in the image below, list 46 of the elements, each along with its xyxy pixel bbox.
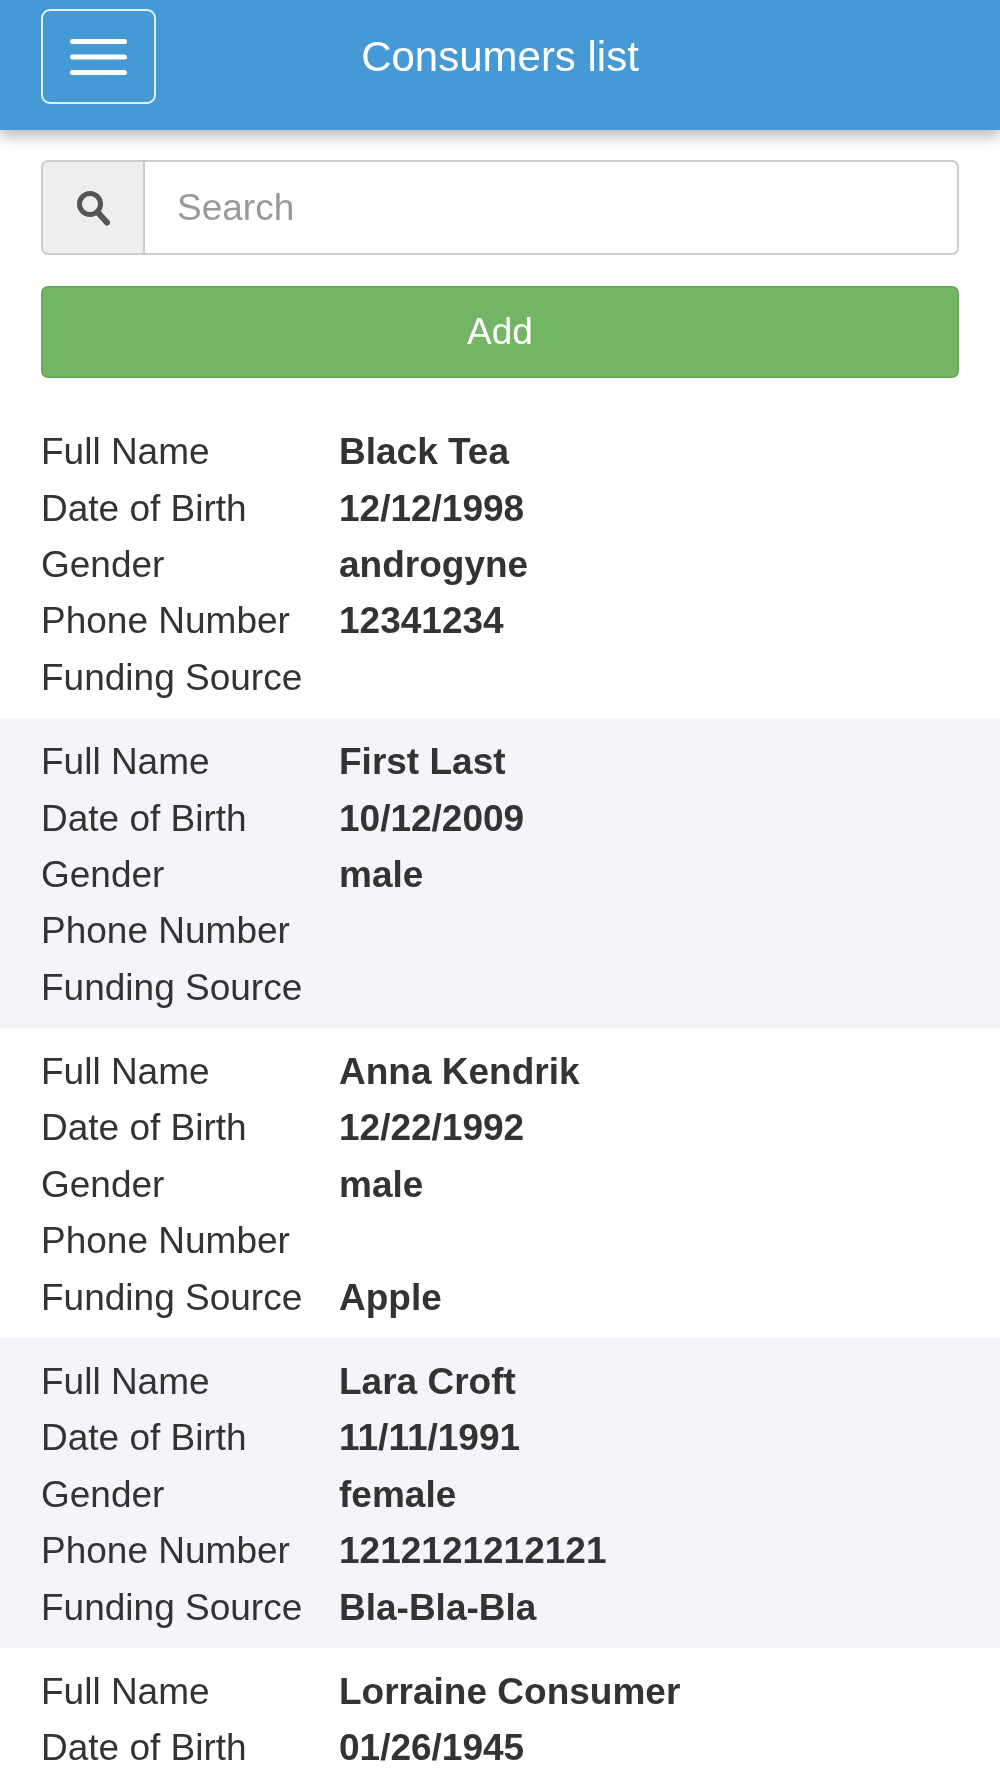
menu-button[interactable] [41, 9, 156, 104]
field-value: male [339, 1163, 424, 1206]
field-value: female [339, 1473, 457, 1516]
field-value: 12/12/1998 [339, 487, 525, 530]
field-value: First Last [339, 741, 506, 784]
field-label: Date of Birth [41, 1417, 247, 1460]
field-value: Black Tea [339, 431, 510, 474]
field-label: Gender [41, 1473, 165, 1516]
field-value: male [339, 853, 424, 896]
search-icon [76, 189, 110, 226]
field-label: Phone Number [41, 600, 290, 643]
field-label: Full Name [41, 1671, 210, 1713]
field-label: Funding Source [41, 1276, 303, 1319]
field-label: Funding Source [41, 966, 303, 1009]
field-value: 12/22/1992 [339, 1107, 525, 1150]
field-label: Phone Number [41, 910, 290, 953]
field-label: Full Name [41, 1361, 210, 1404]
field-label: Full Name [41, 431, 210, 474]
field-label: Gender [41, 1163, 165, 1206]
field-value: 11/11/1991 [339, 1417, 521, 1460]
field-label: Date of Birth [41, 1727, 247, 1770]
field-label: Gender [41, 543, 165, 586]
field-label: Funding Source [41, 656, 303, 699]
field-value: Apple [339, 1276, 442, 1319]
search-field[interactable]: Search [145, 160, 959, 255]
field-label: Date of Birth [41, 487, 247, 530]
field-value: Lorraine Consumer [339, 1671, 681, 1713]
field-value: Bla-Bla-Bla [339, 1586, 537, 1629]
field-label: Phone Number [41, 1220, 290, 1263]
field-label: Funding Source [41, 1586, 303, 1629]
header-title: Consumers list [361, 31, 639, 82]
field-label: Full Name [41, 1051, 210, 1094]
field-label: Date of Birth [41, 797, 247, 840]
field-value: Lara Croft [339, 1361, 516, 1404]
field-value: 1212121212121 [339, 1530, 607, 1573]
field-value: androgyne [339, 543, 529, 586]
field-label: Full Name [41, 741, 210, 784]
field-value: Anna Kendrik [339, 1051, 580, 1094]
field-value: 10/12/2009 [339, 797, 525, 840]
field-label: Date of Birth [41, 1107, 247, 1150]
field-value: 12341234 [339, 600, 504, 643]
menu-icon [70, 38, 127, 75]
add-button[interactable]: Add [41, 286, 959, 378]
field-value: 01/26/1945 [339, 1727, 525, 1770]
field-label: Phone Number [41, 1530, 290, 1573]
field-label: Gender [41, 853, 165, 896]
